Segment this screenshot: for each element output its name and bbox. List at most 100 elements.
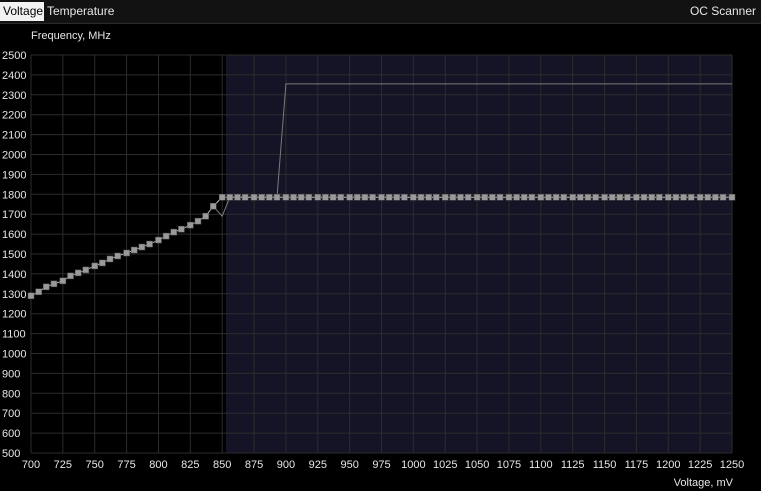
y-tick-label: 2500 [2, 50, 26, 62]
curve-point[interactable] [378, 194, 385, 201]
curve-point[interactable] [27, 292, 35, 300]
curve-point[interactable] [537, 194, 545, 201]
curve-point[interactable] [266, 194, 273, 201]
x-tick-label: 900 [277, 459, 295, 471]
curve-point[interactable] [162, 232, 170, 240]
curve-point[interactable] [178, 225, 185, 233]
curve-point[interactable] [648, 194, 655, 201]
x-tick-label: 775 [117, 459, 135, 471]
curve-point[interactable] [282, 194, 290, 201]
y-tick-label: 1900 [2, 169, 26, 181]
curve-point[interactable] [346, 194, 353, 201]
curve-point[interactable] [43, 283, 50, 291]
curve-point[interactable] [672, 194, 680, 201]
curve-point[interactable] [138, 243, 146, 251]
x-tick-label: 850 [213, 459, 231, 471]
curve-point[interactable] [210, 202, 217, 210]
curve-point[interactable] [74, 269, 82, 277]
curve-point[interactable] [712, 194, 719, 201]
x-tick-label: 725 [54, 459, 72, 471]
curve-point[interactable] [520, 194, 528, 201]
curve-point[interactable] [656, 194, 663, 201]
x-tick-label: 1050 [465, 459, 489, 471]
curve-point[interactable] [146, 240, 153, 248]
curve-point[interactable] [155, 236, 162, 244]
curve-point[interactable] [337, 194, 344, 201]
curve-point[interactable] [130, 246, 138, 254]
curve-point[interactable] [250, 194, 258, 201]
curve-point[interactable] [545, 194, 552, 201]
x-tick-label: 1075 [497, 459, 521, 471]
curve-point[interactable] [665, 194, 672, 201]
curve-point[interactable] [592, 194, 599, 201]
curve-point[interactable] [393, 194, 401, 201]
curve-point[interactable] [417, 194, 425, 201]
curve-point[interactable] [91, 262, 98, 270]
curve-point[interactable] [234, 194, 241, 201]
curve-point[interactable] [354, 194, 361, 201]
curve-point[interactable] [687, 194, 695, 201]
curve-point[interactable] [680, 194, 687, 201]
curve-point[interactable] [114, 252, 121, 260]
curve-point[interactable] [704, 194, 712, 201]
curve-point[interactable] [696, 194, 704, 201]
curve-point[interactable] [82, 266, 90, 274]
x-tick-label: 1200 [656, 459, 680, 471]
curve-point[interactable] [401, 194, 408, 201]
curve-point[interactable] [616, 194, 624, 201]
curve-point[interactable] [361, 194, 369, 201]
curve-point[interactable] [50, 280, 58, 288]
curve-point[interactable] [106, 255, 114, 263]
curve-point[interactable] [305, 194, 313, 201]
curve-point[interactable] [410, 194, 417, 201]
curve-point[interactable] [624, 194, 631, 201]
curve-point[interactable] [633, 194, 640, 201]
curve-point[interactable] [241, 194, 249, 201]
curve-point[interactable] [728, 194, 736, 201]
curve-point[interactable] [584, 194, 592, 201]
curve-point[interactable] [640, 194, 648, 201]
curve-point[interactable] [449, 194, 457, 201]
curve-point[interactable] [314, 194, 322, 201]
curve-point[interactable] [297, 194, 305, 201]
curve-point[interactable] [569, 194, 576, 201]
curve-point[interactable] [218, 194, 226, 201]
curve-point[interactable] [35, 288, 42, 296]
curve-point[interactable] [496, 194, 504, 201]
curve-point[interactable] [577, 194, 584, 201]
curve-point[interactable] [59, 277, 67, 285]
x-tick-label: 1175 [625, 459, 649, 471]
curve-point[interactable] [560, 194, 568, 201]
curve-point[interactable] [290, 194, 297, 201]
curve-point[interactable] [489, 194, 496, 201]
vf-curve-chart[interactable]: 500 600 700 800 900 1000 1100 1200 1300 1400 1500 1… [0, 0, 761, 491]
curve-point[interactable] [457, 194, 464, 201]
curve-point[interactable] [513, 194, 520, 201]
curve-point[interactable] [464, 194, 472, 201]
curve-point[interactable] [473, 194, 481, 201]
curve-point[interactable] [425, 194, 432, 201]
curve-point[interactable] [170, 228, 177, 236]
curve-point[interactable] [608, 194, 616, 201]
curve-point[interactable] [194, 217, 202, 225]
curve-point[interactable] [273, 194, 281, 201]
curve-point[interactable] [528, 194, 536, 201]
curve-point[interactable] [601, 194, 608, 201]
curve-point[interactable] [369, 194, 376, 201]
curve-point[interactable] [258, 194, 265, 201]
curve-point[interactable] [441, 194, 449, 201]
curve-point[interactable] [67, 272, 74, 280]
curve-point[interactable] [99, 259, 106, 267]
curve-point[interactable] [385, 194, 393, 201]
curve-point[interactable] [187, 221, 194, 229]
curve-point[interactable] [719, 194, 727, 201]
curve-point[interactable] [322, 194, 329, 201]
curve-point[interactable] [123, 249, 130, 257]
curve-point[interactable] [329, 194, 337, 201]
curve-point[interactable] [552, 194, 560, 201]
curve-point[interactable] [433, 194, 440, 201]
curve-point[interactable] [226, 194, 234, 201]
curve-point[interactable] [202, 212, 209, 220]
curve-point[interactable] [481, 194, 488, 201]
curve-point[interactable] [505, 194, 513, 201]
